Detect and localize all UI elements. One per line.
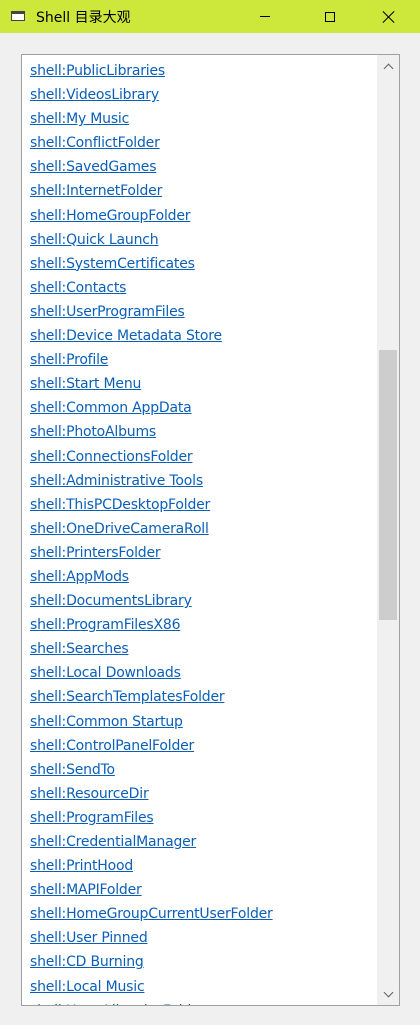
app-window: Shell 目录大观 shell:PublicLibraries shell:Vi… — [0, 0, 420, 1025]
shell-folder-link[interactable]: shell:Local Downloads — [30, 665, 181, 681]
shell-folder-link[interactable]: shell:HomeGroupCurrentUserFolder — [30, 906, 273, 922]
shell-folder-link[interactable]: shell:Contacts — [30, 280, 126, 296]
list-item: shell:OneDriveCameraRoll — [30, 516, 375, 540]
list-item: shell:Common Startup — [30, 709, 375, 733]
shell-folder-link[interactable]: shell:ThisPCDesktopFolder — [30, 497, 210, 513]
shell-folder-list-panel: shell:PublicLibraries shell:VideosLibrary… — [21, 54, 400, 1006]
shell-folder-link[interactable]: shell:PhotoAlbums — [30, 424, 156, 440]
chevron-down-icon — [383, 987, 393, 997]
list-item: shell:ConflictFolder — [30, 130, 375, 154]
list-item: shell:ThisPCDesktopFolder — [30, 492, 375, 516]
list-item: shell:SystemCertificates — [30, 251, 375, 275]
scroll-down-button[interactable] — [377, 983, 399, 1005]
shell-folder-link[interactable]: shell:Profile — [30, 352, 108, 368]
shell-folder-link[interactable]: shell:PrintersFolder — [30, 545, 161, 561]
list-item: shell:User Pinned — [30, 925, 375, 949]
list-item: shell:UsersLibrariesFolder — [30, 998, 375, 1005]
window-title: Shell 目录大观 — [36, 10, 131, 26]
list-item: shell:Start Menu — [30, 371, 375, 395]
list-item: shell:VideosLibrary — [30, 82, 375, 106]
close-icon — [383, 11, 395, 23]
list-item: shell:Common AppData — [30, 395, 375, 419]
list-item: shell:SendTo — [30, 757, 375, 781]
list-item: shell:Contacts — [30, 275, 375, 299]
shell-folder-link[interactable]: shell:InternetFolder — [30, 183, 162, 199]
list-item: shell:SearchTemplatesFolder — [30, 684, 375, 708]
maximize-icon — [325, 11, 335, 22]
shell-folder-link[interactable]: shell:CredentialManager — [30, 834, 196, 850]
shell-folder-link[interactable]: shell:ProgramFiles — [30, 810, 154, 826]
list-item: shell:DocumentsLibrary — [30, 588, 375, 612]
list-item: shell:ControlPanelFolder — [30, 733, 375, 757]
scroll-up-button[interactable] — [377, 55, 399, 77]
shell-folder-link[interactable]: shell:DocumentsLibrary — [30, 593, 192, 609]
shell-folder-list: shell:PublicLibraries shell:VideosLibrary… — [30, 58, 375, 1005]
shell-folder-link[interactable]: shell:CD Burning — [30, 954, 144, 970]
list-item: shell:ProgramFiles — [30, 805, 375, 829]
list-item: shell:CredentialManager — [30, 829, 375, 853]
shell-folder-link[interactable]: shell:UsersLibrariesFolder — [30, 1003, 205, 1005]
list-item: shell:Device Metadata Store — [30, 323, 375, 347]
list-item: shell:PrintHood — [30, 853, 375, 877]
list-item: shell:My Music — [30, 106, 375, 130]
shell-folder-link[interactable]: shell:ConflictFolder — [30, 135, 160, 151]
list-item: shell:ResourceDir — [30, 781, 375, 805]
shell-folder-link[interactable]: shell:VideosLibrary — [30, 87, 159, 103]
list-item: shell:UserProgramFiles — [30, 299, 375, 323]
shell-folder-link[interactable]: shell:PrintHood — [30, 858, 133, 874]
shell-folder-link[interactable]: shell:ProgramFilesX86 — [30, 617, 180, 633]
list-item: shell:ProgramFilesX86 — [30, 612, 375, 636]
shell-folder-link[interactable]: shell:ConnectionsFolder — [30, 449, 193, 465]
list-item: shell:SavedGames — [30, 154, 375, 178]
shell-folder-link[interactable]: shell:Start Menu — [30, 376, 141, 392]
list-item: shell:ConnectionsFolder — [30, 444, 375, 468]
minimize-icon — [260, 16, 270, 17]
list-item: shell:CD Burning — [30, 949, 375, 973]
list-item: shell:Searches — [30, 636, 375, 660]
shell-folder-link[interactable]: shell:ControlPanelFolder — [30, 738, 194, 754]
list-item: shell:InternetFolder — [30, 178, 375, 202]
shell-folder-link[interactable]: shell:AppMods — [30, 569, 129, 585]
window-app-icon — [11, 11, 25, 21]
shell-folder-link[interactable]: shell:User Pinned — [30, 930, 148, 946]
shell-folder-link[interactable]: shell:Administrative Tools — [30, 473, 203, 489]
shell-folder-link[interactable]: shell:Local Music — [30, 979, 145, 995]
shell-folder-link[interactable]: shell:ResourceDir — [30, 786, 149, 802]
maximize-button[interactable] — [307, 0, 353, 33]
list-item: shell:PhotoAlbums — [30, 419, 375, 443]
shell-folder-link[interactable]: shell:OneDriveCameraRoll — [30, 521, 209, 537]
shell-folder-link[interactable]: shell:MAPIFolder — [30, 882, 142, 898]
title-bar[interactable]: Shell 目录大观 — [0, 0, 420, 33]
list-item: shell:Local Music — [30, 974, 375, 998]
list-item: shell:PublicLibraries — [30, 58, 375, 82]
shell-folder-link[interactable]: shell:PublicLibraries — [30, 63, 165, 79]
list-item: shell:HomeGroupFolder — [30, 203, 375, 227]
list-item: shell:AppMods — [30, 564, 375, 588]
list-item: shell:MAPIFolder — [30, 877, 375, 901]
list-item: shell:Quick Launch — [30, 227, 375, 251]
shell-folder-link[interactable]: shell:Device Metadata Store — [30, 328, 222, 344]
shell-folder-link[interactable]: shell:HomeGroupFolder — [30, 208, 191, 224]
shell-folder-link[interactable]: shell:SystemCertificates — [30, 256, 195, 272]
shell-folder-link[interactable]: shell:SearchTemplatesFolder — [30, 689, 225, 705]
shell-folder-link[interactable]: shell:UserProgramFiles — [30, 304, 185, 320]
shell-folder-link[interactable]: shell:Common AppData — [30, 400, 192, 416]
close-button[interactable] — [366, 0, 412, 33]
minimize-button[interactable] — [242, 0, 288, 33]
shell-folder-link[interactable]: shell:SendTo — [30, 762, 115, 778]
list-item: shell:PrintersFolder — [30, 540, 375, 564]
list-item: shell:Local Downloads — [30, 660, 375, 684]
shell-folder-link[interactable]: shell:Common Startup — [30, 714, 183, 730]
shell-folder-link[interactable]: shell:SavedGames — [30, 159, 157, 175]
scrollbar-thumb[interactable] — [379, 350, 397, 620]
shell-folder-link[interactable]: shell:My Music — [30, 111, 129, 127]
list-item: shell:Administrative Tools — [30, 468, 375, 492]
vertical-scrollbar[interactable] — [377, 55, 399, 1005]
list-item: shell:HomeGroupCurrentUserFolder — [30, 901, 375, 925]
list-item: shell:Profile — [30, 347, 375, 371]
chevron-up-icon — [383, 63, 393, 73]
shell-folder-link[interactable]: shell:Searches — [30, 641, 129, 657]
shell-folder-link[interactable]: shell:Quick Launch — [30, 232, 159, 248]
